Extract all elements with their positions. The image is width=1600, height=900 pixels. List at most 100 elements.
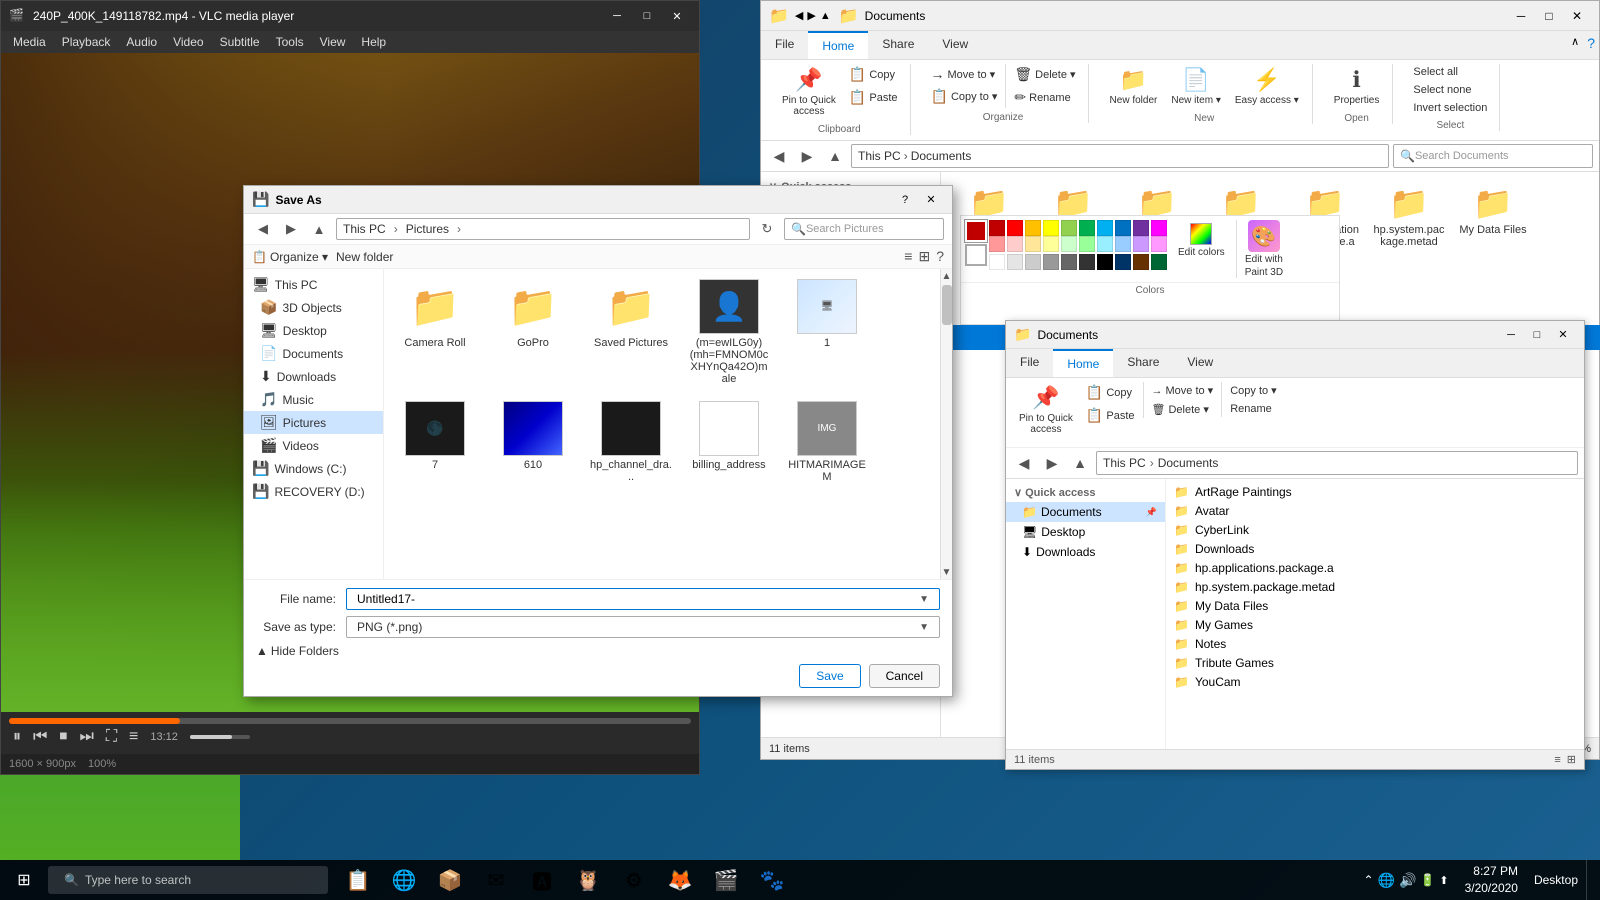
taskbar-update-icon[interactable]: ⬆ — [1439, 874, 1448, 887]
start-button[interactable]: ⊞ — [0, 860, 48, 900]
save-button[interactable]: Save — [799, 664, 860, 688]
color-baby-blue[interactable] — [1115, 236, 1131, 252]
color-red-dark[interactable] — [989, 220, 1005, 236]
color-red[interactable] — [1007, 220, 1023, 236]
new-folder-ribbon-btn[interactable]: 📁 New folder — [1105, 64, 1163, 109]
docs-front-tab-view[interactable]: View — [1173, 349, 1227, 377]
docs-front-file-mydata[interactable]: 📁My Data Files — [1170, 597, 1580, 615]
vlc-extended-btn[interactable]: ≡ — [125, 726, 142, 748]
docs-front-file-mygames[interactable]: 📁My Games — [1170, 616, 1580, 634]
docs-front-rename-btn[interactable]: Rename — [1226, 401, 1281, 417]
dialog-sidebar-recovery-d[interactable]: 💾 RECOVERY (D:) — [244, 480, 383, 503]
vlc-menu-video[interactable]: Video — [165, 31, 211, 53]
taskbar-edge-btn[interactable]: 🌐 — [382, 860, 426, 900]
docs-front-paste-btn[interactable]: 📋 Paste — [1082, 405, 1139, 426]
docs-front-tab-share[interactable]: Share — [1113, 349, 1173, 377]
docs-front-file-cyberlink[interactable]: 📁CyberLink — [1170, 521, 1580, 539]
color-orange[interactable] — [1025, 220, 1041, 236]
docs-front-file-artrage[interactable]: 📁ArtRage Paintings — [1170, 483, 1580, 501]
dialog-view-list-btn[interactable]: ≡ — [904, 248, 912, 265]
color-navy[interactable] — [1115, 254, 1131, 270]
color-dark-gray[interactable] — [1061, 254, 1077, 270]
color-sky[interactable] — [1097, 236, 1113, 252]
ribbon-tab-home[interactable]: Home — [808, 31, 868, 59]
docs-front-back[interactable]: ◀ — [1012, 451, 1036, 475]
color-purple[interactable] — [1133, 220, 1149, 236]
vlc-menu-audio[interactable]: Audio — [118, 31, 165, 53]
copy-btn[interactable]: 📋 Copy — [845, 64, 902, 85]
docs-back-close[interactable]: ✕ — [1563, 6, 1591, 26]
dialog-sidebar-music[interactable]: 🎵 Music — [244, 388, 383, 411]
paste-btn[interactable]: 📋 Paste — [845, 87, 902, 108]
taskbar-search-box[interactable]: 🔍 Type here to search — [48, 866, 328, 894]
taskbar-show-desktop-btn[interactable] — [1586, 860, 1592, 900]
taskbar-volume-icon[interactable]: 🔊 — [1399, 872, 1416, 889]
vlc-maximize-btn[interactable]: □ — [633, 6, 661, 26]
dialog-new-folder-btn[interactable]: New folder — [336, 250, 393, 264]
file-hp-sys[interactable]: 📁hp.system.package.metad — [1369, 180, 1449, 252]
color-light-green[interactable] — [1061, 220, 1077, 236]
move-to-btn[interactable]: → Move to ▾ — [927, 64, 1002, 84]
vlc-next-btn[interactable]: ⏭ — [75, 726, 97, 748]
color1-swatch[interactable] — [965, 220, 987, 242]
new-item-btn[interactable]: 📄 New item ▾ — [1166, 64, 1225, 109]
dialog-scroll-thumb[interactable] — [942, 285, 952, 325]
savetype-input-container[interactable]: PNG (*.png) ▼ — [346, 616, 940, 638]
dialog-sidebar-videos[interactable]: 🎬 Videos — [244, 434, 383, 457]
filename-dropdown-btn[interactable]: ▼ — [915, 594, 933, 605]
color-blue[interactable] — [1115, 220, 1131, 236]
cancel-button[interactable]: Cancel — [869, 664, 940, 688]
delete-btn[interactable]: 🗑 Delete ▾ — [1010, 64, 1079, 85]
docs-front-file-tribute[interactable]: 📁Tribute Games — [1170, 654, 1580, 672]
color-mint[interactable] — [1061, 236, 1077, 252]
dialog-organize-btn[interactable]: 📋 Organize ▾ — [252, 250, 328, 264]
hide-folders-btn[interactable]: ▲ Hide Folders — [256, 644, 940, 658]
properties-btn[interactable]: ℹ Properties — [1329, 64, 1385, 109]
vlc-fullscreen-btn[interactable]: ⛶ — [102, 726, 121, 748]
dialog-sidebar-documents[interactable]: 📄 Documents — [244, 342, 383, 365]
vlc-stop-btn[interactable]: ⏹ — [55, 726, 71, 748]
dialog-file-camera-roll[interactable]: 📁 Camera Roll — [390, 275, 480, 389]
color-light-mint[interactable] — [1079, 236, 1095, 252]
docs-back-up-btn[interactable]: ▲ — [823, 144, 847, 168]
dialog-file-7[interactable]: 🌑 7 — [390, 397, 480, 487]
dialog-file-image-1[interactable]: 🖥 1 — [782, 275, 872, 389]
color-yellow[interactable] — [1043, 220, 1059, 236]
dialog-sidebar-this-pc[interactable]: 🖥 This PC — [244, 273, 383, 296]
color2-swatch[interactable] — [965, 244, 987, 266]
color-pink-light[interactable] — [989, 236, 1005, 252]
taskbar-tripadvisor-btn[interactable]: 🦉 — [566, 860, 610, 900]
dialog-search-box[interactable]: 🔍 Search Pictures — [784, 218, 944, 240]
dialog-help-icon[interactable]: ? — [936, 248, 944, 265]
color-mid-gray[interactable] — [1043, 254, 1059, 270]
easy-access-btn[interactable]: ⚡ Easy access ▾ — [1230, 64, 1304, 109]
color-lavender[interactable] — [1133, 236, 1149, 252]
dialog-file-610[interactable]: 610 — [488, 397, 578, 487]
color-gray[interactable] — [1025, 254, 1041, 270]
dialog-close-btn[interactable]: ✕ — [918, 190, 944, 210]
color-light-blue[interactable] — [1097, 220, 1113, 236]
docs-front-close[interactable]: ✕ — [1550, 325, 1576, 345]
color-yellow-light[interactable] — [1043, 236, 1059, 252]
dialog-view-grid-btn[interactable]: ⊞ — [918, 248, 930, 265]
color-black[interactable] — [1097, 254, 1113, 270]
dialog-file-saved-pictures[interactable]: 📁 Saved Pictures — [586, 275, 676, 389]
taskbar-show-hidden-btn[interactable]: ⌃ — [1363, 873, 1373, 887]
dialog-sidebar-downloads[interactable]: ⬇ Downloads — [244, 365, 383, 388]
taskbar-firefox-btn[interactable]: 🦊 — [658, 860, 702, 900]
dialog-back-btn[interactable]: ◀ — [252, 218, 274, 240]
dialog-file-billing[interactable]: billing_address — [684, 397, 774, 487]
edit-colors-btn[interactable]: Edit colors — [1175, 220, 1228, 278]
rename-btn[interactable]: ✏ Rename — [1010, 87, 1079, 108]
dialog-file-image-male[interactable]: 👤 (m=ewILG0y)(mh=FMNOM0cXHYnQa42O)male — [684, 275, 774, 389]
docs-front-file-youcam[interactable]: 📁YouCam — [1170, 673, 1580, 691]
vlc-close-btn[interactable]: ✕ — [663, 6, 691, 26]
taskbar-app10[interactable]: 🐾 — [750, 860, 794, 900]
color-white[interactable] — [989, 254, 1005, 270]
vlc-minimize-btn[interactable]: ─ — [603, 6, 631, 26]
docs-back-forward-btn[interactable]: ▶ — [795, 144, 819, 168]
dialog-address-bar[interactable]: This PC › Pictures › — [336, 218, 750, 240]
file-mydata[interactable]: 📁My Data Files — [1453, 180, 1533, 252]
select-none-btn[interactable]: Select none — [1409, 82, 1491, 98]
taskbar-store-btn[interactable]: 📦 — [428, 860, 472, 900]
